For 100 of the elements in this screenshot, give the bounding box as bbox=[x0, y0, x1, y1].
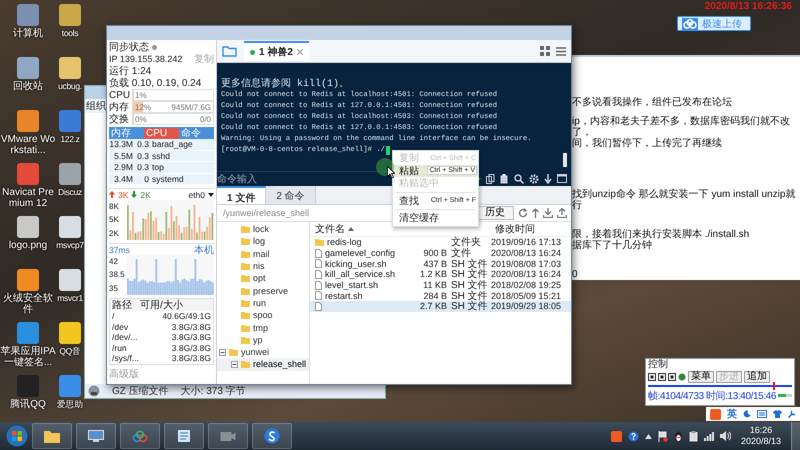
file-type: 文件夹 bbox=[451, 236, 482, 248]
show-desktop-button[interactable] bbox=[791, 422, 800, 450]
close-icon[interactable] bbox=[296, 49, 303, 55]
file-row[interactable]: 2.7 KB SH 文件 2019/09/29 18:05 bbox=[310, 301, 571, 312]
input-mode-toggle[interactable]: 英 bbox=[727, 407, 737, 421]
folder-icon[interactable] bbox=[222, 45, 238, 57]
load-text: 负载 0.10, 0.19, 0.24 bbox=[109, 76, 202, 90]
circle-icon[interactable] bbox=[678, 372, 686, 380]
down-arrow-icon[interactable] bbox=[544, 174, 552, 184]
tree-item[interactable]: mail bbox=[253, 248, 270, 259]
tree-item[interactable]: opt bbox=[253, 273, 266, 284]
history-button[interactable]: 历史 bbox=[476, 206, 514, 220]
text-cursor bbox=[386, 146, 390, 155]
file-row[interactable]: redis-log 文件夹 2019/09/16 17:13 bbox=[310, 237, 571, 248]
upload-icon[interactable] bbox=[557, 208, 567, 218]
desktop-icon-label[interactable]: QQ音 bbox=[56, 346, 84, 357]
penguin-icon[interactable] bbox=[674, 430, 683, 442]
refresh-icon[interactable] bbox=[518, 208, 528, 218]
desktop-icon-label[interactable]: logo.png bbox=[0, 240, 56, 251]
tree-item[interactable]: yp bbox=[253, 334, 263, 345]
name-column-header[interactable]: 文件名 bbox=[315, 222, 345, 236]
panel-tab[interactable]: 2 命令 bbox=[266, 186, 316, 204]
tree-item[interactable]: spoo bbox=[253, 310, 273, 320]
sogou-s-icon[interactable] bbox=[610, 430, 622, 442]
disk-size: 3.8G/3.8G bbox=[172, 322, 211, 332]
timeline-marker[interactable] bbox=[772, 382, 775, 390]
clipboard-icon[interactable] bbox=[688, 430, 698, 442]
flag-icon[interactable] bbox=[658, 430, 668, 442]
tree-item[interactable]: nis bbox=[253, 261, 265, 272]
interface-dropdown[interactable]: eth0 bbox=[188, 190, 205, 200]
panel-tab[interactable]: 1 文件 bbox=[217, 186, 266, 204]
desktop-icon-label[interactable]: msvcr1 bbox=[56, 293, 84, 304]
signal-icon[interactable] bbox=[704, 432, 714, 440]
taskbar-app-button[interactable] bbox=[164, 423, 204, 449]
collapse-icon[interactable] bbox=[231, 360, 238, 368]
process-column-header[interactable]: CPU bbox=[144, 128, 179, 138]
scrollbar-thumb[interactable] bbox=[563, 153, 567, 167]
tree-item[interactable]: log bbox=[253, 236, 266, 246]
search-icon[interactable] bbox=[514, 174, 524, 184]
download-icon[interactable] bbox=[543, 208, 553, 218]
menu-icon[interactable] bbox=[556, 46, 566, 56]
tree-item[interactable]: yunwei bbox=[241, 347, 270, 358]
dropdown-caret-icon[interactable] bbox=[208, 192, 214, 196]
disk-size: 3.8G/3.8G bbox=[172, 353, 211, 364]
file-row[interactable]: level_start.sh 11 KB SH 文件 2018/02/08 19:25 bbox=[310, 280, 571, 290]
desktop-icon-label[interactable]: msvcp7 bbox=[56, 240, 84, 251]
note-text-line: 限，接着我们来执行安装脚本 ./install.sh bbox=[572, 229, 750, 240]
process-memory: 3.4M bbox=[113, 174, 133, 184]
file-row[interactable]: restart.sh 284 B SH 文件 2018/05/09 15:21 bbox=[310, 290, 571, 302]
moon-icon[interactable] bbox=[743, 410, 751, 418]
shirt-icon[interactable] bbox=[773, 410, 782, 418]
paste-icon[interactable] bbox=[500, 174, 509, 184]
taskbar-app-button[interactable] bbox=[32, 423, 72, 449]
tree-item[interactable]: run bbox=[253, 298, 266, 308]
desktop-icon-label[interactable]: 122.z bbox=[56, 134, 84, 145]
player-button[interactable]: 菜单 bbox=[688, 370, 714, 382]
volume-slider[interactable] bbox=[778, 394, 792, 397]
window-icon[interactable] bbox=[557, 174, 567, 183]
desktop-icon-label[interactable]: 计算机 bbox=[0, 28, 56, 39]
desktop-icon-label[interactable]: 火绒安全软件 bbox=[0, 293, 56, 315]
modified-column-header[interactable]: 修改时间 bbox=[495, 222, 571, 236]
tree-item[interactable]: tmp bbox=[253, 322, 268, 333]
session-tab[interactable]: 1 神兽2 bbox=[244, 41, 309, 61]
file-row[interactable]: kill_all_service.sh 1.2 KB SH 文件 2020/08/13 16:24 bbox=[310, 269, 571, 280]
desktop-icon-label[interactable]: Navicat Premium 12 bbox=[0, 187, 56, 209]
speaker-icon[interactable] bbox=[720, 431, 731, 441]
tree-item[interactable]: lock bbox=[253, 224, 270, 234]
desktop-icon-label[interactable]: 爱思助 bbox=[56, 399, 84, 410]
meter-detail: 0/0 bbox=[200, 114, 211, 124]
desktop-icon-label[interactable]: Discuz bbox=[56, 187, 84, 198]
file-type-text: GZ 压缩文件 bbox=[112, 384, 169, 398]
disk-size: 3.8G/3.8G bbox=[172, 342, 211, 353]
clock[interactable]: 16:26 2020/8/13 bbox=[736, 425, 785, 447]
desktop-icon-label[interactable]: ucbug. bbox=[56, 81, 84, 92]
taskbar-app-button[interactable] bbox=[252, 423, 292, 449]
file-row[interactable]: kicking_user.sh 437 B SH 文件 2019/08/08 17:03 bbox=[310, 258, 571, 270]
organize-menu[interactable]: 组织 bbox=[85, 99, 106, 113]
file-row[interactable]: gamelevel_config 900 B 文件 2020/08/13 16:24 bbox=[310, 248, 571, 258]
process-cpu: 0 bbox=[143, 174, 149, 184]
copy-icon[interactable] bbox=[486, 174, 495, 184]
settings-icon[interactable] bbox=[529, 174, 539, 184]
file-size: 2.7 KB bbox=[420, 301, 447, 312]
wrench-icon[interactable] bbox=[788, 410, 796, 418]
tree-item[interactable]: preserve bbox=[253, 286, 288, 296]
desktop-icon-label[interactable]: tools bbox=[56, 28, 84, 39]
start-button-icon[interactable] bbox=[6, 425, 28, 447]
file-size: 900 B bbox=[423, 248, 447, 258]
help-icon[interactable] bbox=[628, 430, 639, 442]
up-arrow-icon[interactable] bbox=[644, 434, 652, 438]
desktop-icon-label[interactable]: 苹果应用IPA一键签名... bbox=[0, 346, 56, 368]
desktop-icon-label[interactable]: VMware Workstati... bbox=[0, 134, 56, 156]
up-arrow-icon[interactable] bbox=[532, 208, 539, 218]
grid-view-icon[interactable] bbox=[540, 46, 550, 56]
desktop-icon-label[interactable]: 腾讯QQ bbox=[0, 399, 56, 410]
taskbar-app-button[interactable] bbox=[76, 423, 116, 449]
desktop-icon-label[interactable]: 回收站 bbox=[0, 81, 56, 92]
player-button[interactable]: 追加 bbox=[744, 370, 770, 382]
collapse-icon[interactable] bbox=[219, 348, 226, 356]
ip-address-text: IP 139.155.38.242 bbox=[109, 54, 182, 64]
keyboard-icon[interactable] bbox=[757, 410, 767, 418]
